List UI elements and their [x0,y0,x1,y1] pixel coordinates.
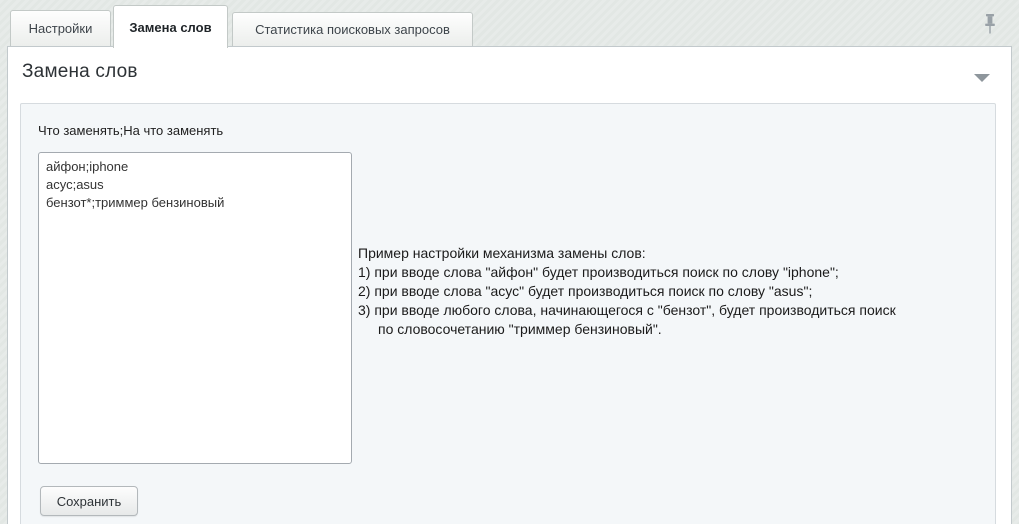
page-title: Замена слов [22,61,138,83]
tab-settings[interactable]: Настройки [10,10,111,46]
replacement-pairs-textarea[interactable]: айфон;iphone асус;asus бензот*;триммер б… [38,152,352,464]
instructions-line: по словосочетанию "триммер бензиновый". [358,320,993,339]
instructions-line: 3) при вводе любого слова, начинающегося… [358,301,993,320]
save-button[interactable]: Сохранить [40,486,138,516]
tab-word-replacement[interactable]: Замена слов [113,5,228,48]
pushpin-icon [982,13,998,35]
instructions-line: Пример настройки механизма замены слов: [358,244,993,263]
instructions-text: Пример настройки механизма замены слов: … [358,244,993,339]
replacement-field-label: Что заменять;На что заменять [38,123,223,138]
instructions-line: 1) при вводе слова "айфон" будет произво… [358,263,993,282]
pin-panel-button[interactable] [982,13,998,35]
instructions-line: 2) при вводе слова "асус" будет производ… [358,282,993,301]
tab-search-statistics[interactable]: Статистика поисковых запросов [232,12,473,46]
chevron-down-icon [974,74,990,82]
collapse-section-button[interactable] [972,71,992,85]
settings-window: Замена слов Что заменять;На что заменять… [0,0,1019,524]
tab-content-panel: Замена слов Что заменять;На что заменять… [7,46,1012,524]
word-replacement-form: Что заменять;На что заменять айфон;iphon… [20,103,996,524]
